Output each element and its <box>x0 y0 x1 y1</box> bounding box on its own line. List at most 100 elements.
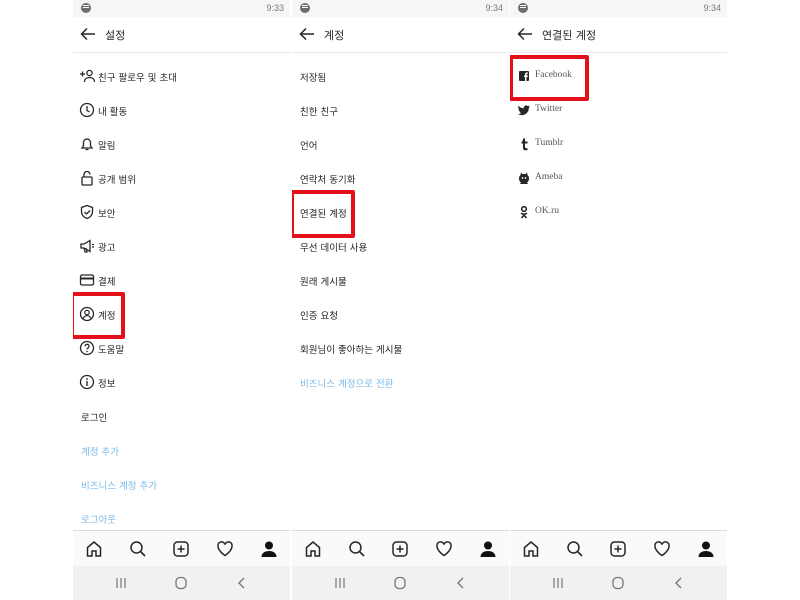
heart-icon[interactable] <box>435 540 453 558</box>
settings-panel: 9:33 설정 친구 팔로우 및 초대 내 활동 알림 공개 범위 보안 광고 … <box>73 0 290 600</box>
megaphone-icon <box>79 238 95 254</box>
list-item-request-verification[interactable]: 인증 요청 <box>292 298 509 332</box>
heart-icon[interactable] <box>216 540 234 558</box>
list-item-label: Twitter <box>535 104 563 114</box>
search-icon[interactable] <box>348 540 366 558</box>
profile-icon[interactable] <box>260 540 278 558</box>
list-item-privacy[interactable]: 공개 범위 <box>73 162 290 196</box>
list-item-label: 결제 <box>98 277 116 288</box>
profile-icon[interactable] <box>479 540 497 558</box>
message-icon <box>81 3 91 13</box>
home-icon[interactable] <box>522 540 540 558</box>
recent-apps-icon[interactable] <box>113 575 129 591</box>
system-nav-bar <box>73 566 290 600</box>
list-item-saved[interactable]: 저장됨 <box>292 60 509 94</box>
list-item-login: 로그인 <box>73 400 290 434</box>
list-item-my-activity[interactable]: 내 활동 <box>73 94 290 128</box>
home-icon[interactable] <box>304 540 322 558</box>
header: 설정 <box>73 17 290 53</box>
list-item-label: Ameba <box>535 172 563 182</box>
list-item-label: 로그아웃 <box>81 515 116 526</box>
list-item-label: 원래 게시물 <box>300 277 347 288</box>
message-icon <box>518 3 528 13</box>
list-item-info[interactable]: 정보 <box>73 366 290 400</box>
search-icon[interactable] <box>129 540 147 558</box>
activity-clock-icon <box>79 102 95 118</box>
back-arrow-icon[interactable] <box>79 25 97 43</box>
back-arrow-icon[interactable] <box>516 25 534 43</box>
status-bar: 9:34 <box>292 0 509 17</box>
recent-apps-icon[interactable] <box>332 575 348 591</box>
help-icon <box>79 340 95 356</box>
list-item-label: 정보 <box>98 379 116 390</box>
list-item-label: 알림 <box>98 141 116 152</box>
header: 연결된 계정 <box>510 17 727 53</box>
status-time: 9:34 <box>485 3 503 13</box>
list-item-label: 비즈니스 계정 추가 <box>81 481 157 492</box>
page-title: 계정 <box>324 29 345 42</box>
heart-icon[interactable] <box>653 540 671 558</box>
list-item-label: 비즈니스 계정으로 전환 <box>300 379 394 390</box>
ameba-icon <box>516 170 532 186</box>
back-chevron-icon[interactable] <box>671 575 687 591</box>
list-item-ads[interactable]: 광고 <box>73 230 290 264</box>
list-item-language[interactable]: 언어 <box>292 128 509 162</box>
back-arrow-icon[interactable] <box>298 25 316 43</box>
add-person-icon <box>79 68 95 84</box>
recent-apps-icon[interactable] <box>550 575 566 591</box>
list-item-label: 내 활동 <box>98 107 128 118</box>
home-icon[interactable] <box>85 540 103 558</box>
message-icon <box>300 3 310 13</box>
list-item-okru[interactable]: OK.ru <box>510 196 727 230</box>
add-business-account-link[interactable]: 비즈니스 계정 추가 <box>73 468 290 502</box>
add-account-link[interactable]: 계정 추가 <box>73 434 290 468</box>
section-heading: 로그인 <box>81 413 108 424</box>
home-circle-icon[interactable] <box>173 575 189 591</box>
list-item-label: 계정 추가 <box>81 447 119 458</box>
twitter-icon <box>516 102 532 118</box>
list-item-security[interactable]: 보안 <box>73 196 290 230</box>
home-circle-icon[interactable] <box>392 575 408 591</box>
account-panel: 9:34 계정 저장됨 친한 친구 언어 연락처 동기화 연결된 계정 무선 데… <box>292 0 509 600</box>
status-bar: 9:33 <box>73 0 290 17</box>
back-chevron-icon[interactable] <box>453 575 469 591</box>
list-item-follow-invite[interactable]: 친구 팔로우 및 초대 <box>73 60 290 94</box>
list-item-label: 친한 친구 <box>300 107 338 118</box>
add-post-icon[interactable] <box>391 540 409 558</box>
profile-icon[interactable] <box>697 540 715 558</box>
tumblr-icon <box>516 136 532 152</box>
header: 계정 <box>292 17 509 53</box>
highlight-box <box>73 292 125 339</box>
home-circle-icon[interactable] <box>610 575 626 591</box>
add-post-icon[interactable] <box>172 540 190 558</box>
bell-icon <box>79 136 95 152</box>
list-item-notifications[interactable]: 알림 <box>73 128 290 162</box>
list-item-original-posts[interactable]: 원래 게시물 <box>292 264 509 298</box>
status-time: 9:33 <box>266 3 284 13</box>
list-item-label: Tumblr <box>535 138 564 148</box>
back-chevron-icon[interactable] <box>234 575 250 591</box>
page-title: 설정 <box>105 29 126 42</box>
shield-icon <box>79 204 95 220</box>
card-icon <box>79 272 95 288</box>
add-post-icon[interactable] <box>609 540 627 558</box>
page-title: 연결된 계정 <box>542 29 597 42</box>
list-item-ameba[interactable]: Ameba <box>510 162 727 196</box>
system-nav-bar <box>510 566 727 600</box>
info-icon <box>79 374 95 390</box>
list-item-label: 친구 팔로우 및 초대 <box>98 73 177 84</box>
list-item-label: 회원님이 좋아하는 게시물 <box>300 345 403 356</box>
switch-business-link[interactable]: 비즈니스 계정으로 전환 <box>292 366 509 400</box>
list-item-tumblr[interactable]: Tumblr <box>510 128 727 162</box>
list-item-label: 공개 범위 <box>98 175 136 186</box>
list-item-label: 저장됨 <box>300 73 327 84</box>
list-item-close-friends[interactable]: 친한 친구 <box>292 94 509 128</box>
linked-accounts-panel: 9:34 연결된 계정 Facebook Twitter Tumblr Ameb… <box>510 0 727 600</box>
list-item-label: 광고 <box>98 243 116 254</box>
search-icon[interactable] <box>566 540 584 558</box>
list-item-label: OK.ru <box>535 206 560 216</box>
bottom-tab-bar <box>73 530 290 567</box>
list-item-label: 언어 <box>300 141 318 152</box>
lock-icon <box>79 170 95 186</box>
list-item-liked-posts[interactable]: 회원님이 좋아하는 게시물 <box>292 332 509 366</box>
